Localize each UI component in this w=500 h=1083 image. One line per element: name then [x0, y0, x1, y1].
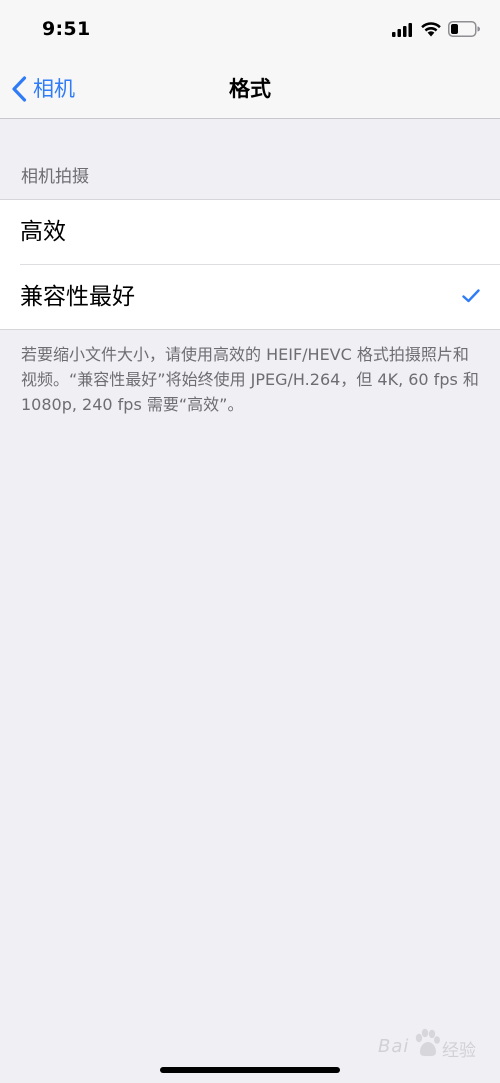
paw-icon: [415, 1028, 440, 1057]
option-label: 高效: [20, 219, 66, 245]
watermark-text: 经验: [442, 1041, 476, 1061]
status-time: 9:51: [42, 18, 91, 40]
format-options-list: 高效 兼容性最好: [0, 199, 500, 330]
option-label: 兼容性最好: [20, 284, 135, 310]
wifi-icon: [421, 22, 441, 37]
option-high-efficiency[interactable]: 高效: [0, 200, 500, 264]
option-most-compatible[interactable]: 兼容性最好: [20, 264, 500, 329]
watermark-text: Bai: [378, 1036, 410, 1057]
page-title: 格式: [229, 77, 271, 101]
section-header: 相机拍摄: [21, 167, 89, 187]
status-bar: 9:51: [0, 0, 500, 58]
navigation-bar: 相机 格式: [0, 58, 500, 119]
battery-icon: [448, 21, 480, 37]
signal-icon: [392, 23, 412, 37]
section-footer-note: 若要缩小文件大小，请使用高效的 HEIF/HEVC 格式拍摄照片和视频。“兼容性…: [21, 345, 479, 414]
checkmark-icon: [462, 289, 480, 303]
home-indicator: [160, 1067, 340, 1073]
watermark: Bai 经验: [378, 1028, 478, 1064]
